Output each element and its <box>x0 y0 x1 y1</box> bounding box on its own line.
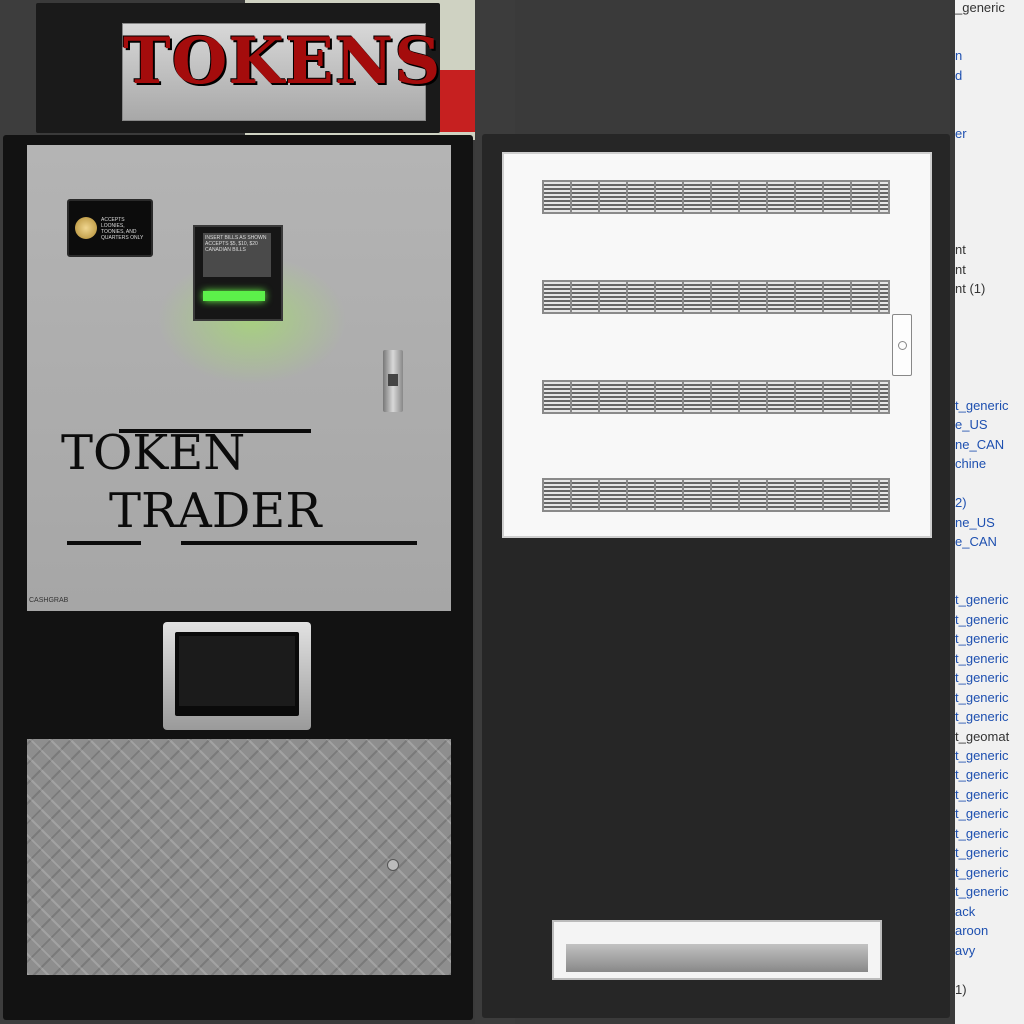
hierarchy-item[interactable]: 1) <box>955 982 967 998</box>
hierarchy-item[interactable]: 2) <box>955 495 967 511</box>
hierarchy-item[interactable]: nt (1) <box>955 281 985 297</box>
vent-grille <box>542 380 890 414</box>
hierarchy-item[interactable]: nt <box>955 262 966 278</box>
vent-door-latch[interactable] <box>892 314 912 376</box>
bill-acceptor-screen: INSERT BILLS AS SHOWN ACCEPTS $5, $10, $… <box>203 233 271 277</box>
hierarchy-item[interactable]: nt <box>955 242 966 258</box>
hierarchy-item[interactable]: avy <box>955 943 975 959</box>
token-machine-side <box>482 134 950 1018</box>
hierarchy-item[interactable]: aroon <box>955 923 988 939</box>
hierarchy-item[interactable]: e_CAN <box>955 534 997 550</box>
vent-grille <box>542 280 890 314</box>
hierarchy-item[interactable]: t_generic <box>955 709 1008 725</box>
hierarchy-item[interactable]: t_generic <box>955 787 1008 803</box>
coin-icon <box>75 217 97 239</box>
tokens-sign: TOKENS <box>36 3 442 133</box>
brand-line-token: TOKEN <box>61 425 246 481</box>
hierarchy-item[interactable]: t_generic <box>955 884 1008 900</box>
background-red-sign: M <box>437 70 910 202</box>
vent-grille <box>542 180 890 214</box>
hierarchy-item[interactable]: t_generic <box>955 748 1008 764</box>
hierarchy-item[interactable]: t_generic <box>955 806 1008 822</box>
token-tray-opening <box>175 632 299 716</box>
brand-logo: TOKEN TRADER <box>61 425 421 565</box>
hierarchy-item[interactable]: t_generic <box>955 865 1008 881</box>
dispense-slot-opening <box>566 944 868 972</box>
bill-acceptor-label: INSERT BILLS AS SHOWN ACCEPTS $5, $10, $… <box>205 235 267 253</box>
keyhole-icon <box>898 341 907 350</box>
hierarchy-item[interactable]: t_generic <box>955 690 1008 706</box>
vent-grille <box>542 478 890 512</box>
lock-icon <box>388 374 398 386</box>
bill-acceptor-led <box>203 291 265 301</box>
bill-acceptor[interactable]: INSERT BILLS AS SHOWN ACCEPTS $5, $10, $… <box>193 225 283 321</box>
hierarchy-item[interactable]: t_generic <box>955 767 1008 783</box>
hierarchy-item[interactable]: e_US <box>955 417 988 433</box>
maker-label: CASHGRAB <box>29 597 69 604</box>
vent-door <box>502 152 932 538</box>
hierarchy-item[interactable]: t_generic <box>955 670 1008 686</box>
hierarchy-item[interactable]: d <box>955 68 962 84</box>
token-machine-front: ACCEPTS LOONIES, TOONIES, AND QUARTERS O… <box>3 135 473 1020</box>
hierarchy-item[interactable]: t_generic <box>955 592 1008 608</box>
hierarchy-item[interactable]: ne_CAN <box>955 437 1004 453</box>
hierarchy-item[interactable]: t_geomat <box>955 729 1009 745</box>
hierarchy-item[interactable]: chine <box>955 456 986 472</box>
hierarchy-item[interactable]: ne_US <box>955 515 995 531</box>
hierarchy-item[interactable]: ack <box>955 904 975 920</box>
hierarchy-item[interactable]: t_generic <box>955 398 1008 414</box>
diamond-plate-panel <box>27 739 451 975</box>
hierarchy-item[interactable]: t_generic <box>955 612 1008 628</box>
hierarchy-item[interactable]: er <box>955 126 967 142</box>
tokens-sign-text: TOKENS <box>123 24 442 99</box>
brand-line-trader: TRADER <box>109 483 322 539</box>
hierarchy-panel: _genericn d er nt nt nt (1) t_generic e_US ne_CA… <box>955 0 1024 1024</box>
hierarchy-item[interactable]: _generic <box>955 0 1005 16</box>
door-lock[interactable] <box>383 350 403 412</box>
token-tray[interactable] <box>163 622 311 730</box>
hierarchy-item[interactable]: t_generic <box>955 845 1008 861</box>
hierarchy-item[interactable]: t_generic <box>955 631 1008 647</box>
hierarchy-item[interactable]: t_generic <box>955 826 1008 842</box>
hierarchy-item[interactable]: n <box>955 48 962 64</box>
coin-acceptor[interactable]: ACCEPTS LOONIES, TOONIES, AND QUARTERS O… <box>67 199 153 257</box>
token-tray-inner <box>179 636 295 706</box>
coin-acceptor-label: ACCEPTS LOONIES, TOONIES, AND QUARTERS O… <box>101 217 144 241</box>
dispense-slot[interactable] <box>552 920 882 980</box>
hierarchy-item[interactable]: t_generic <box>955 651 1008 667</box>
front-panel: ACCEPTS LOONIES, TOONIES, AND QUARTERS O… <box>27 145 451 611</box>
keyhole-icon[interactable] <box>387 859 399 871</box>
tokens-sign-panel: TOKENS <box>122 23 442 121</box>
